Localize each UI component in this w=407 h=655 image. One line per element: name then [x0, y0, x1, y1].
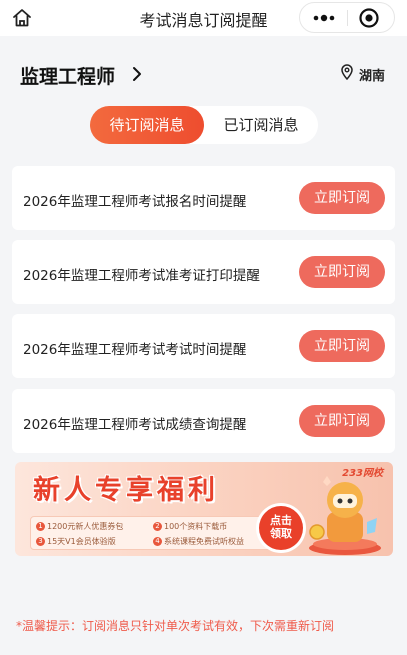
- benefit-number: 4: [153, 537, 162, 546]
- benefit-list: 1 1200元新人优惠券包 2 100个资料下载币 3 15天V1会员体验版 4 系统课…: [30, 516, 272, 550]
- subscribe-button[interactable]: 立即订阅: [299, 256, 385, 288]
- benefit-text: 1200元新人优惠券包: [47, 522, 124, 531]
- list-item: 2026年监理工程师考试报名时间提醒 立即订阅: [12, 166, 395, 230]
- benefit-item: 4 系统课程免费试听权益: [153, 536, 244, 547]
- benefit-text: 15天V1会员体验版: [47, 537, 116, 546]
- subscribe-button[interactable]: 立即订阅: [299, 405, 385, 437]
- claim-label-line2: 领取: [270, 527, 292, 540]
- more-dots-icon[interactable]: [310, 8, 338, 28]
- close-circle-icon[interactable]: [358, 7, 380, 29]
- capsule-divider: [347, 10, 348, 26]
- category-header: 监理工程师 湖南: [0, 36, 407, 102]
- subscription-tabs: 待订阅消息 已订阅消息: [90, 106, 318, 144]
- benefit-number: 2: [153, 522, 162, 531]
- subscribe-button[interactable]: 立即订阅: [299, 182, 385, 214]
- claim-button[interactable]: 点击 领取: [259, 506, 303, 550]
- list-item-text: 2026年监理工程师考试报名时间提醒: [23, 194, 247, 210]
- warm-tip: *温馨提示：订阅消息只针对单次考试有效，下次需重新订阅: [16, 619, 335, 633]
- benefit-number: 1: [36, 522, 45, 531]
- category-title[interactable]: 监理工程师: [20, 62, 115, 89]
- list-item-text: 2026年监理工程师考试准考证打印提醒: [23, 268, 260, 284]
- benefit-number: 3: [36, 537, 45, 546]
- location-label[interactable]: 湖南: [359, 65, 385, 84]
- new-user-benefit-banner[interactable]: 新人专享福利 233网校 1 1200元新人优惠券包 2 100个资料下载币 3 15…: [15, 462, 393, 556]
- banner-title: 新人专享福利: [33, 475, 219, 506]
- list-item-text: 2026年监理工程师考试成绩查询提醒: [23, 417, 247, 433]
- list-item: 2026年监理工程师考试成绩查询提醒 立即订阅: [12, 389, 395, 453]
- claim-label-line1: 点击: [270, 514, 292, 527]
- list-item: 2026年监理工程师考试考试时间提醒 立即订阅: [12, 314, 395, 378]
- benefit-item: 1 1200元新人优惠券包: [36, 521, 123, 532]
- benefit-item: 2 100个资料下载币: [153, 521, 227, 532]
- location-pin-icon[interactable]: [340, 64, 354, 80]
- benefit-text: 100个资料下载币: [164, 522, 228, 531]
- list-item-text: 2026年监理工程师考试考试时间提醒: [23, 342, 247, 358]
- subscribe-button[interactable]: 立即订阅: [299, 330, 385, 362]
- mascot-illustration: [309, 476, 381, 555]
- nav-bar: 考试消息订阅提醒: [0, 0, 407, 36]
- tab-subscribed[interactable]: 已订阅消息: [204, 106, 318, 144]
- tab-pending[interactable]: 待订阅消息: [90, 106, 204, 144]
- chevron-right-icon[interactable]: [130, 66, 144, 82]
- list-item: 2026年监理工程师考试准考证打印提醒 立即订阅: [12, 240, 395, 304]
- benefit-text: 系统课程免费试听权益: [164, 537, 244, 546]
- mini-program-capsule: [299, 2, 395, 33]
- benefit-item: 3 15天V1会员体验版: [36, 536, 116, 547]
